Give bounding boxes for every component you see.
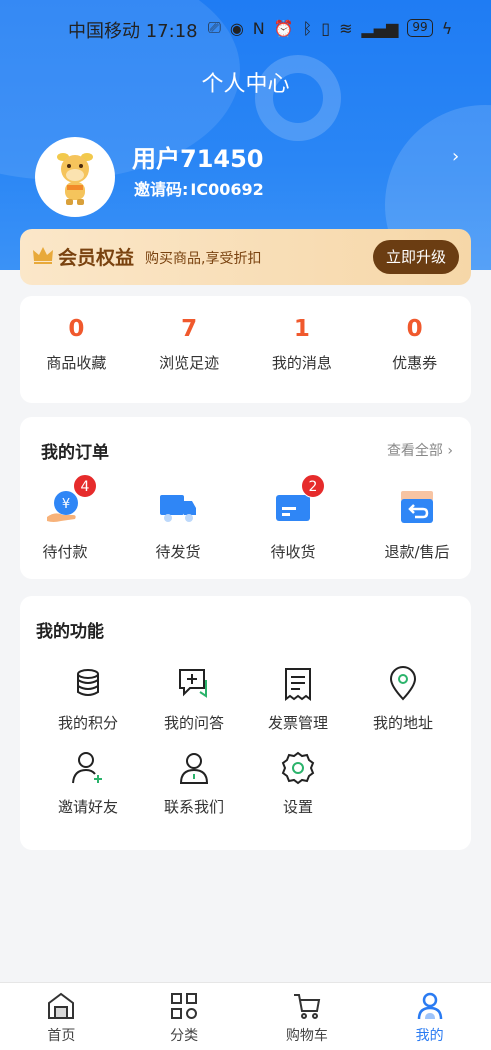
payment-icon: ¥ 4 <box>45 474 97 527</box>
see-all-orders-link[interactable]: 查看全部 › <box>387 440 453 460</box>
stat-coupons[interactable]: 0 优惠券 <box>358 296 471 403</box>
charging-icon: ϟ <box>441 18 453 38</box>
crown-icon <box>33 247 53 264</box>
category-icon <box>169 991 199 1021</box>
order-label: 待发货 <box>155 543 201 561</box>
nav-cart[interactable]: 购物车 <box>246 983 369 1050</box>
order-label: 退款/售后 <box>384 543 450 561</box>
page-title: 个人中心 <box>201 72 290 97</box>
order-to-receive[interactable]: 2 待收货 <box>248 474 338 562</box>
home-icon <box>46 991 76 1021</box>
upgrade-button[interactable]: 立即升级 <box>373 240 459 274</box>
bluetooth-icon: ᛒ <box>302 18 313 38</box>
order-label: 待收货 <box>270 543 316 561</box>
func-contact[interactable]: 联系我们 <box>144 750 244 817</box>
nav-label: 我的 <box>415 1028 444 1044</box>
invite-label: 邀请码: <box>134 180 189 199</box>
nav-category[interactable]: 分类 <box>123 983 246 1050</box>
func-label: 我的问答 <box>163 714 224 732</box>
signal-icon: ▂▄▆ <box>361 18 399 38</box>
cart-icon <box>292 991 322 1021</box>
nav-label: 首页 <box>47 1028 76 1044</box>
battery-icon: 99 <box>407 19 433 37</box>
contact-icon <box>176 750 212 786</box>
svg-text:¥: ¥ <box>62 497 70 512</box>
package-icon: 2 <box>273 474 325 527</box>
eye-icon: ◉ <box>229 18 244 38</box>
func-address[interactable]: 我的地址 <box>353 666 453 733</box>
stat-history[interactable]: 7 浏览足迹 <box>133 296 246 403</box>
stat-label: 商品收藏 <box>46 354 107 372</box>
cast-icon: ⎚ <box>208 18 221 37</box>
nav-label: 分类 <box>170 1028 199 1044</box>
stat-label: 优惠券 <box>392 354 438 372</box>
invoice-icon <box>280 666 316 702</box>
func-label: 我的地址 <box>372 714 433 732</box>
truck-icon <box>158 487 198 527</box>
func-invite[interactable]: 邀请好友 <box>38 750 138 817</box>
add-user-icon <box>70 750 106 786</box>
func-qa[interactable]: 我的问答 <box>144 666 244 733</box>
nav-profile[interactable]: 我的 <box>368 983 491 1050</box>
func-label: 设置 <box>282 798 313 816</box>
nfc-icon: N <box>252 18 265 38</box>
order-refund[interactable]: 退款/售后 <box>372 487 462 562</box>
qa-icon <box>176 666 212 702</box>
stat-label: 我的消息 <box>271 354 332 372</box>
coins-icon <box>70 666 106 702</box>
func-label: 联系我们 <box>163 798 224 816</box>
member-benefits-bar[interactable]: 会员权益 购买商品,享受折扣 立即升级 <box>20 229 471 285</box>
func-label: 发票管理 <box>267 714 328 732</box>
nav-home[interactable]: 首页 <box>0 983 123 1050</box>
invite-code: 邀请码: IC00692 <box>132 176 264 200</box>
stat-value: 7 <box>181 316 198 342</box>
wifi-icon: ≋ <box>339 18 353 38</box>
chevron-right-icon[interactable]: › <box>452 146 459 167</box>
refund-icon <box>397 487 437 527</box>
order-to-ship[interactable]: 待发货 <box>133 487 223 562</box>
see-all-label: 查看全部 <box>386 443 443 459</box>
orders-title: 我的订单 <box>41 443 109 463</box>
chevron-right-icon: › <box>447 443 453 459</box>
invite-code-value: IC00692 <box>190 180 264 199</box>
order-label: 待付款 <box>42 543 88 561</box>
stat-messages[interactable]: 1 我的消息 <box>246 296 359 403</box>
status-bar: 中国移动 17:18 ⎚ ◉ N ⏰ ᛒ ▯ ≋ ▂▄▆ 99 ϟ <box>0 14 491 44</box>
nav-label: 购物车 <box>285 1028 328 1044</box>
stats-card: 0 商品收藏 7 浏览足迹 1 我的消息 0 优惠券 <box>20 296 471 403</box>
bottom-nav: 首页 分类 购物车 我的 <box>0 982 491 1050</box>
location-icon <box>385 666 421 702</box>
stat-favorites[interactable]: 0 商品收藏 <box>20 296 133 403</box>
stat-value: 1 <box>293 316 310 342</box>
func-label: 我的积分 <box>57 714 118 732</box>
func-settings[interactable]: 设置 <box>248 750 348 817</box>
alarm-icon: ⏰ <box>273 18 294 38</box>
func-points[interactable]: 我的积分 <box>38 666 138 733</box>
func-invoice[interactable]: 发票管理 <box>248 666 348 733</box>
order-pending-payment[interactable]: ¥ 4 待付款 <box>20 474 110 562</box>
stat-label: 浏览足迹 <box>159 354 220 372</box>
vibrate-icon: ▯ <box>321 18 331 38</box>
member-title: 会员权益 <box>58 247 135 269</box>
status-carrier-time: 中国移动 17:18 <box>68 21 198 42</box>
badge-count: 2 <box>301 474 325 498</box>
stat-value: 0 <box>406 316 423 342</box>
functions-title: 我的功能 <box>36 622 104 642</box>
status-icons: ⎚ ◉ N ⏰ ᛒ ▯ ≋ ▂▄▆ 99 ϟ <box>208 18 452 38</box>
profile-icon <box>415 991 445 1021</box>
functions-card: 我的功能 我的积分 我的问答 发票管理 我的地址 邀请好友 联系我们 设置 <box>20 596 471 850</box>
member-subtitle: 购买商品,享受折扣 <box>145 251 262 267</box>
func-label: 邀请好友 <box>57 798 118 816</box>
gear-icon <box>280 750 316 786</box>
avatar[interactable] <box>35 137 115 217</box>
username[interactable]: 用户71450 <box>132 139 264 174</box>
badge-count: 4 <box>73 474 97 498</box>
orders-card: 我的订单 查看全部 › ¥ 4 待付款 待发货 2 待收货 退款/售后 <box>20 417 471 579</box>
stat-value: 0 <box>68 316 85 342</box>
cow-mascot-icon <box>57 153 93 205</box>
